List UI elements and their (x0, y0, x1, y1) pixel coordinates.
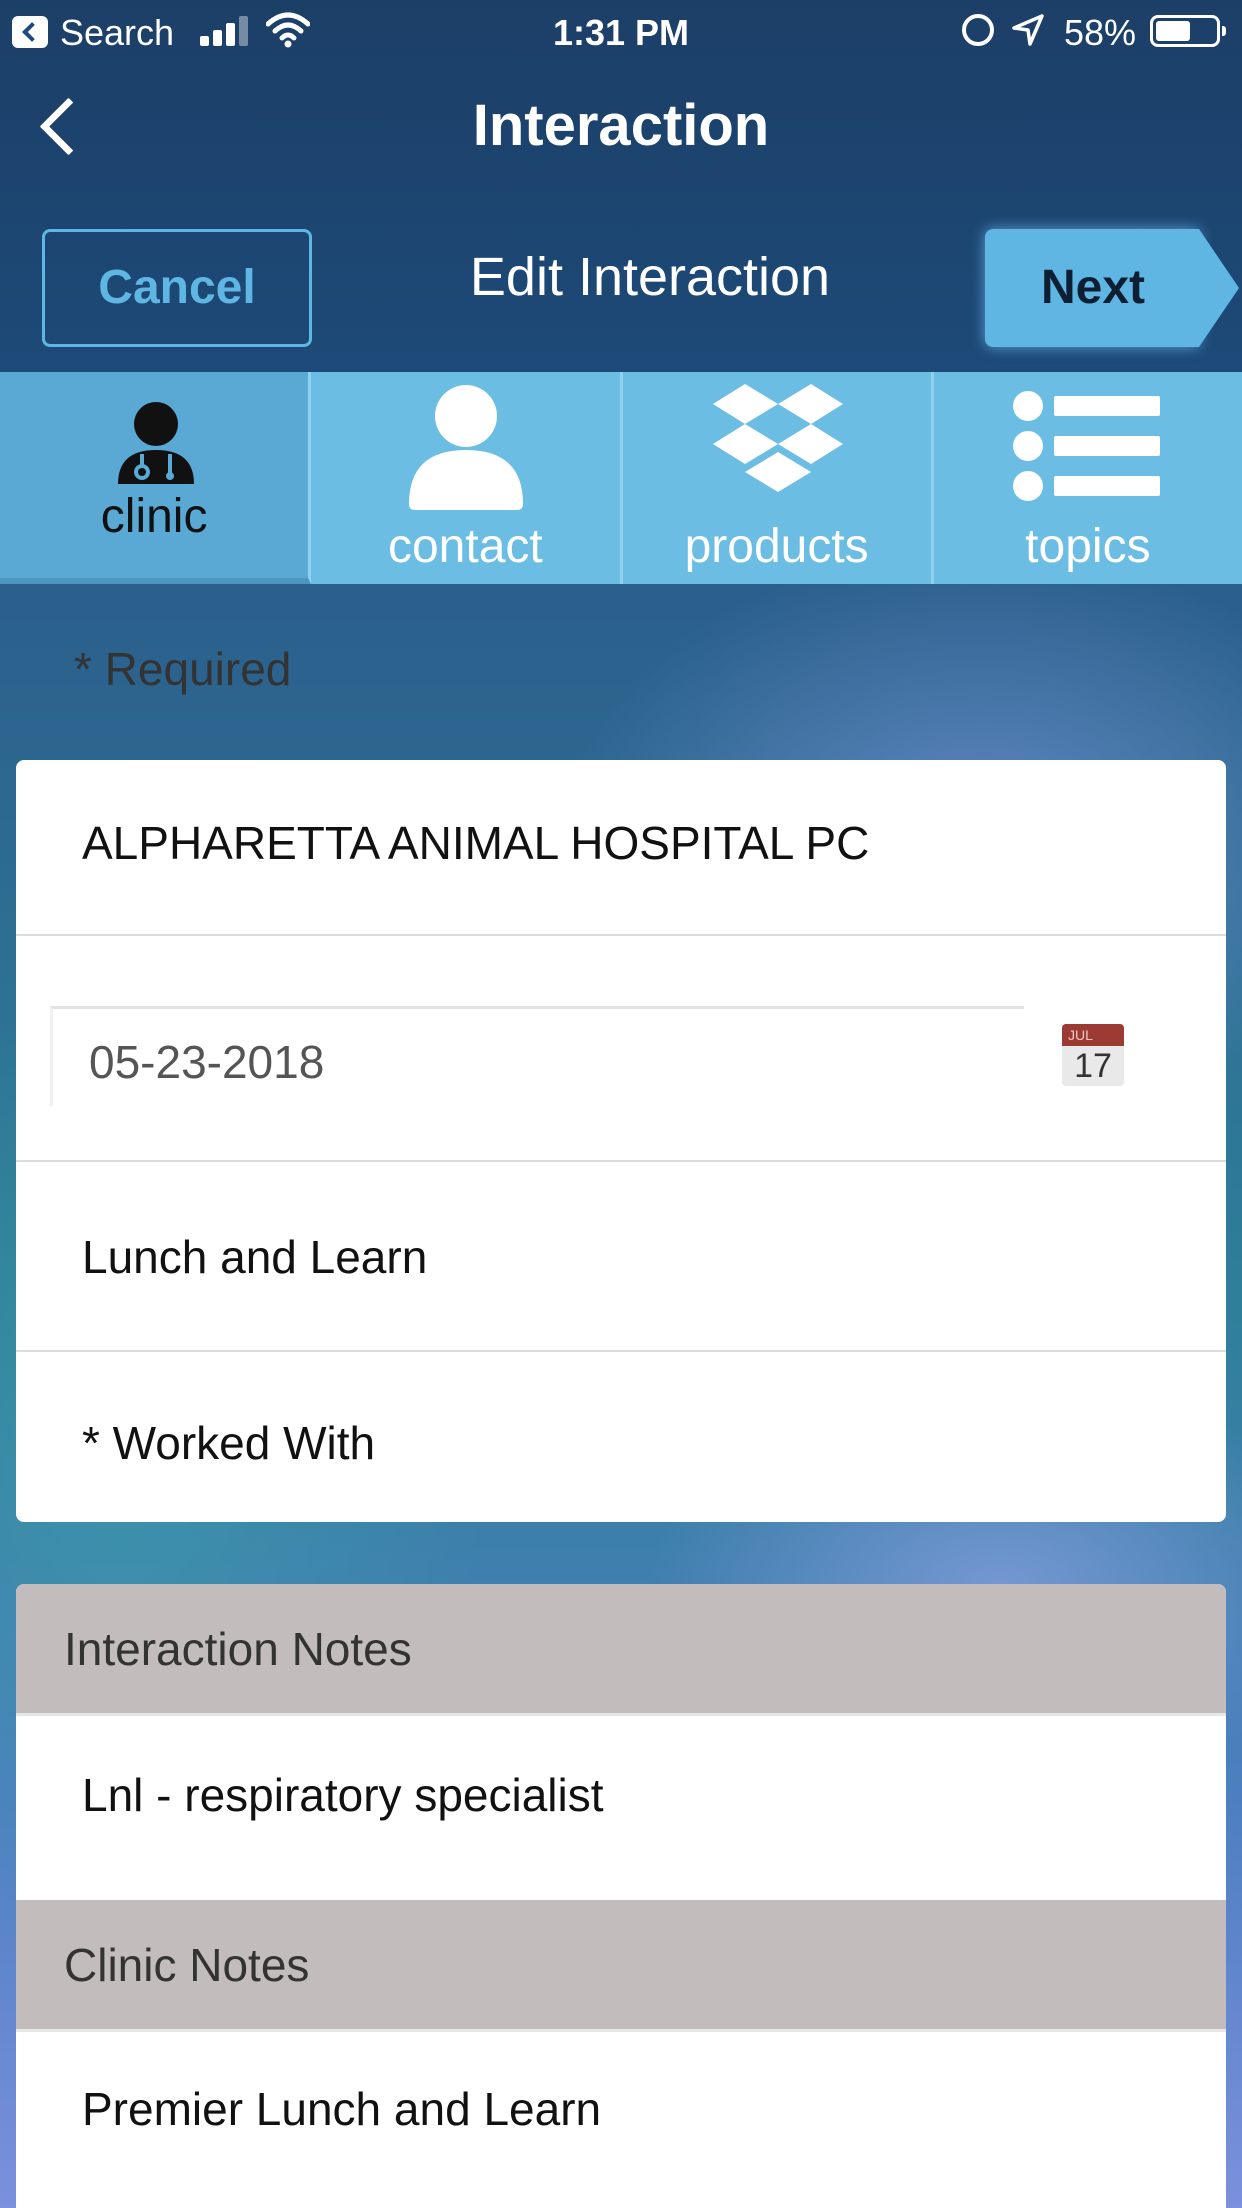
person-icon (409, 385, 524, 510)
interaction-notes-header: Interaction Notes (16, 1584, 1226, 1716)
interaction-notes-title: Interaction Notes (64, 1623, 412, 1675)
date-value: 05-23-2018 (89, 1036, 325, 1088)
clinic-notes-header: Clinic Notes (16, 1900, 1226, 2032)
tab-label: contact (387, 520, 543, 573)
calendar-month: JUL (1062, 1024, 1124, 1046)
clinic-name-row[interactable]: ALPHARETTA ANIMAL HOSPITAL PC (16, 760, 1226, 936)
clock: 1:31 PM (552, 12, 690, 53)
date-field[interactable]: 05-23-2018 (50, 1006, 1024, 1106)
clinic-notes-title: Clinic Notes (64, 1939, 310, 1991)
worked-with-row[interactable]: * Worked With (16, 1352, 1226, 1522)
calendar-day: 17 (1074, 1047, 1112, 1085)
notes-card: Interaction Notes Lnl - respiratory spec… (16, 1584, 1226, 2208)
clinic-notes-text: Premier Lunch and Learn (82, 2083, 602, 2135)
tab-products[interactable]: products (622, 372, 934, 584)
interaction-notes-text: Lnl - respiratory specialist (82, 1769, 604, 1821)
tab-contact[interactable]: contact (311, 372, 623, 584)
next-button[interactable]: Next (985, 229, 1239, 347)
page-title: Interaction (472, 93, 770, 158)
battery-percent: 58% (1064, 12, 1137, 53)
tab-label: clinic (100, 490, 208, 543)
calendar-icon[interactable]: JUL 17 (1062, 1024, 1124, 1086)
interaction-form-card: ALPHARETTA ANIMAL HOSPITAL PC 05-23-2018… (16, 760, 1226, 1522)
clinic-notes-field[interactable]: Premier Lunch and Learn (16, 2032, 1226, 2208)
header: Search 1:31 PM 58% Interaction Cancel Ed… (0, 0, 1242, 372)
clinic-name: ALPHARETTA ANIMAL HOSPITAL PC (82, 817, 870, 869)
list-icon (1012, 391, 1160, 501)
interaction-type: Lunch and Learn (82, 1231, 428, 1283)
worked-with-label: * Worked With (82, 1417, 376, 1469)
tab-bar: clinic contact products topics (0, 372, 1242, 584)
battery-icon (1150, 15, 1226, 47)
edit-interaction-title: Edit Interaction (469, 247, 831, 307)
location-arrow-icon (1012, 14, 1044, 46)
tab-topics[interactable]: topics (933, 372, 1242, 584)
tab-label: products (684, 520, 869, 573)
dropbox-boxes-icon (712, 384, 843, 492)
date-row: 05-23-2018 JUL 17 (16, 936, 1226, 1162)
status-bar: Search 1:31 PM 58% (0, 0, 1242, 62)
rotation-lock-icon (962, 14, 994, 46)
interaction-notes-field[interactable]: Lnl - respiratory specialist (16, 1716, 1226, 1900)
tab-label: topics (1025, 520, 1151, 573)
doctor-icon (118, 402, 194, 484)
cancel-button[interactable]: Cancel (42, 229, 312, 347)
interaction-type-row[interactable]: Lunch and Learn (16, 1162, 1226, 1352)
tab-clinic[interactable]: clinic (0, 372, 312, 584)
required-note: * Required (74, 643, 292, 695)
